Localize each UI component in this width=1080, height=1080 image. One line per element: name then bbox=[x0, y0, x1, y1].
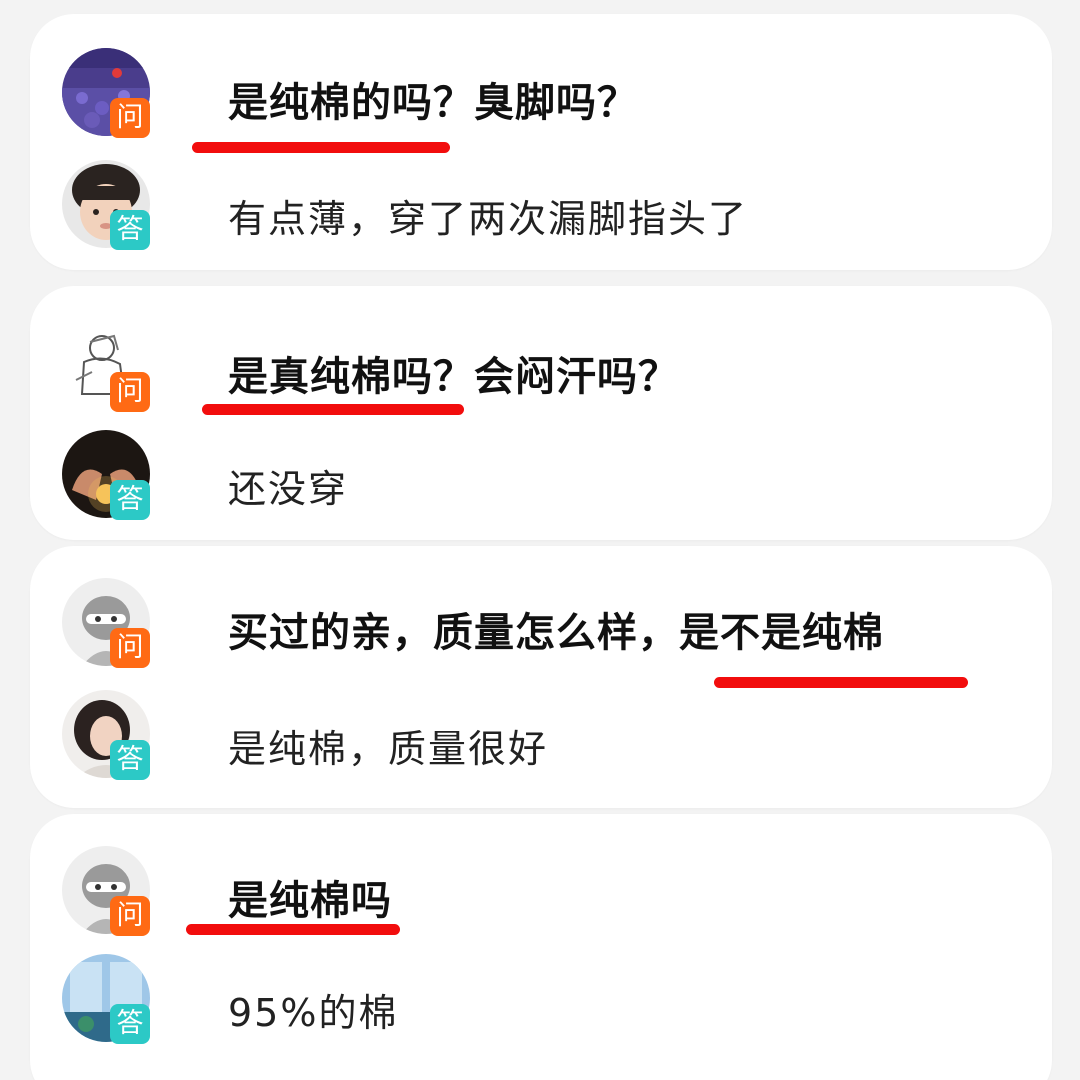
answer-row: 答 有点薄，穿了两次漏脚指头了 bbox=[62, 160, 1022, 256]
answer-tag: 答 bbox=[110, 740, 150, 780]
question-text: 是真纯棉吗？会闷汗吗？ bbox=[228, 354, 679, 400]
qa-card[interactable]: 问 是纯棉的吗？臭脚吗？ 答 有点薄，穿了两次漏脚指头了 bbox=[30, 14, 1052, 270]
answer-row: 答 还没穿 bbox=[62, 430, 1022, 526]
highlight-underline bbox=[192, 142, 450, 153]
question-text: 买过的亲，质量怎么样，是不是纯棉 bbox=[228, 610, 884, 656]
answer-tag: 答 bbox=[110, 1004, 150, 1044]
highlight-underline bbox=[202, 404, 464, 415]
answer-row: 答 是纯棉，质量很好 bbox=[62, 690, 1022, 786]
highlight-underline bbox=[714, 677, 968, 688]
question-row: 问 买过的亲，质量怎么样，是不是纯棉 bbox=[62, 578, 1022, 674]
answer-tag: 答 bbox=[110, 480, 150, 520]
question-row: 问 是纯棉的吗？臭脚吗？ bbox=[62, 48, 1022, 144]
answer-text: 是纯棉，质量很好 bbox=[228, 727, 549, 771]
question-tag: 问 bbox=[110, 372, 150, 412]
qa-card[interactable]: 问 是纯棉吗 答 95%的棉 bbox=[30, 814, 1052, 1080]
question-text: 是纯棉的吗？臭脚吗？ bbox=[228, 80, 638, 126]
question-tag: 问 bbox=[110, 896, 150, 936]
question-tag: 问 bbox=[110, 98, 150, 138]
question-text: 是纯棉吗 bbox=[228, 878, 392, 924]
qa-card[interactable]: 问 买过的亲，质量怎么样，是不是纯棉 答 是纯棉，质量很好 bbox=[30, 546, 1052, 808]
highlight-underline bbox=[186, 924, 400, 935]
qa-card[interactable]: 问 是真纯棉吗？会闷汗吗？ 答 还没穿 bbox=[30, 286, 1052, 540]
answer-tag: 答 bbox=[110, 210, 150, 250]
answer-text: 95%的棉 bbox=[228, 991, 399, 1035]
answer-text: 有点薄，穿了两次漏脚指头了 bbox=[228, 197, 749, 241]
qa-page: 问 是纯棉的吗？臭脚吗？ 答 有点薄，穿了两次漏脚指头了 问 是真纯棉吗？会闷汗… bbox=[0, 0, 1080, 1080]
question-tag: 问 bbox=[110, 628, 150, 668]
answer-row: 答 95%的棉 bbox=[62, 954, 1022, 1050]
answer-text: 还没穿 bbox=[228, 467, 349, 511]
